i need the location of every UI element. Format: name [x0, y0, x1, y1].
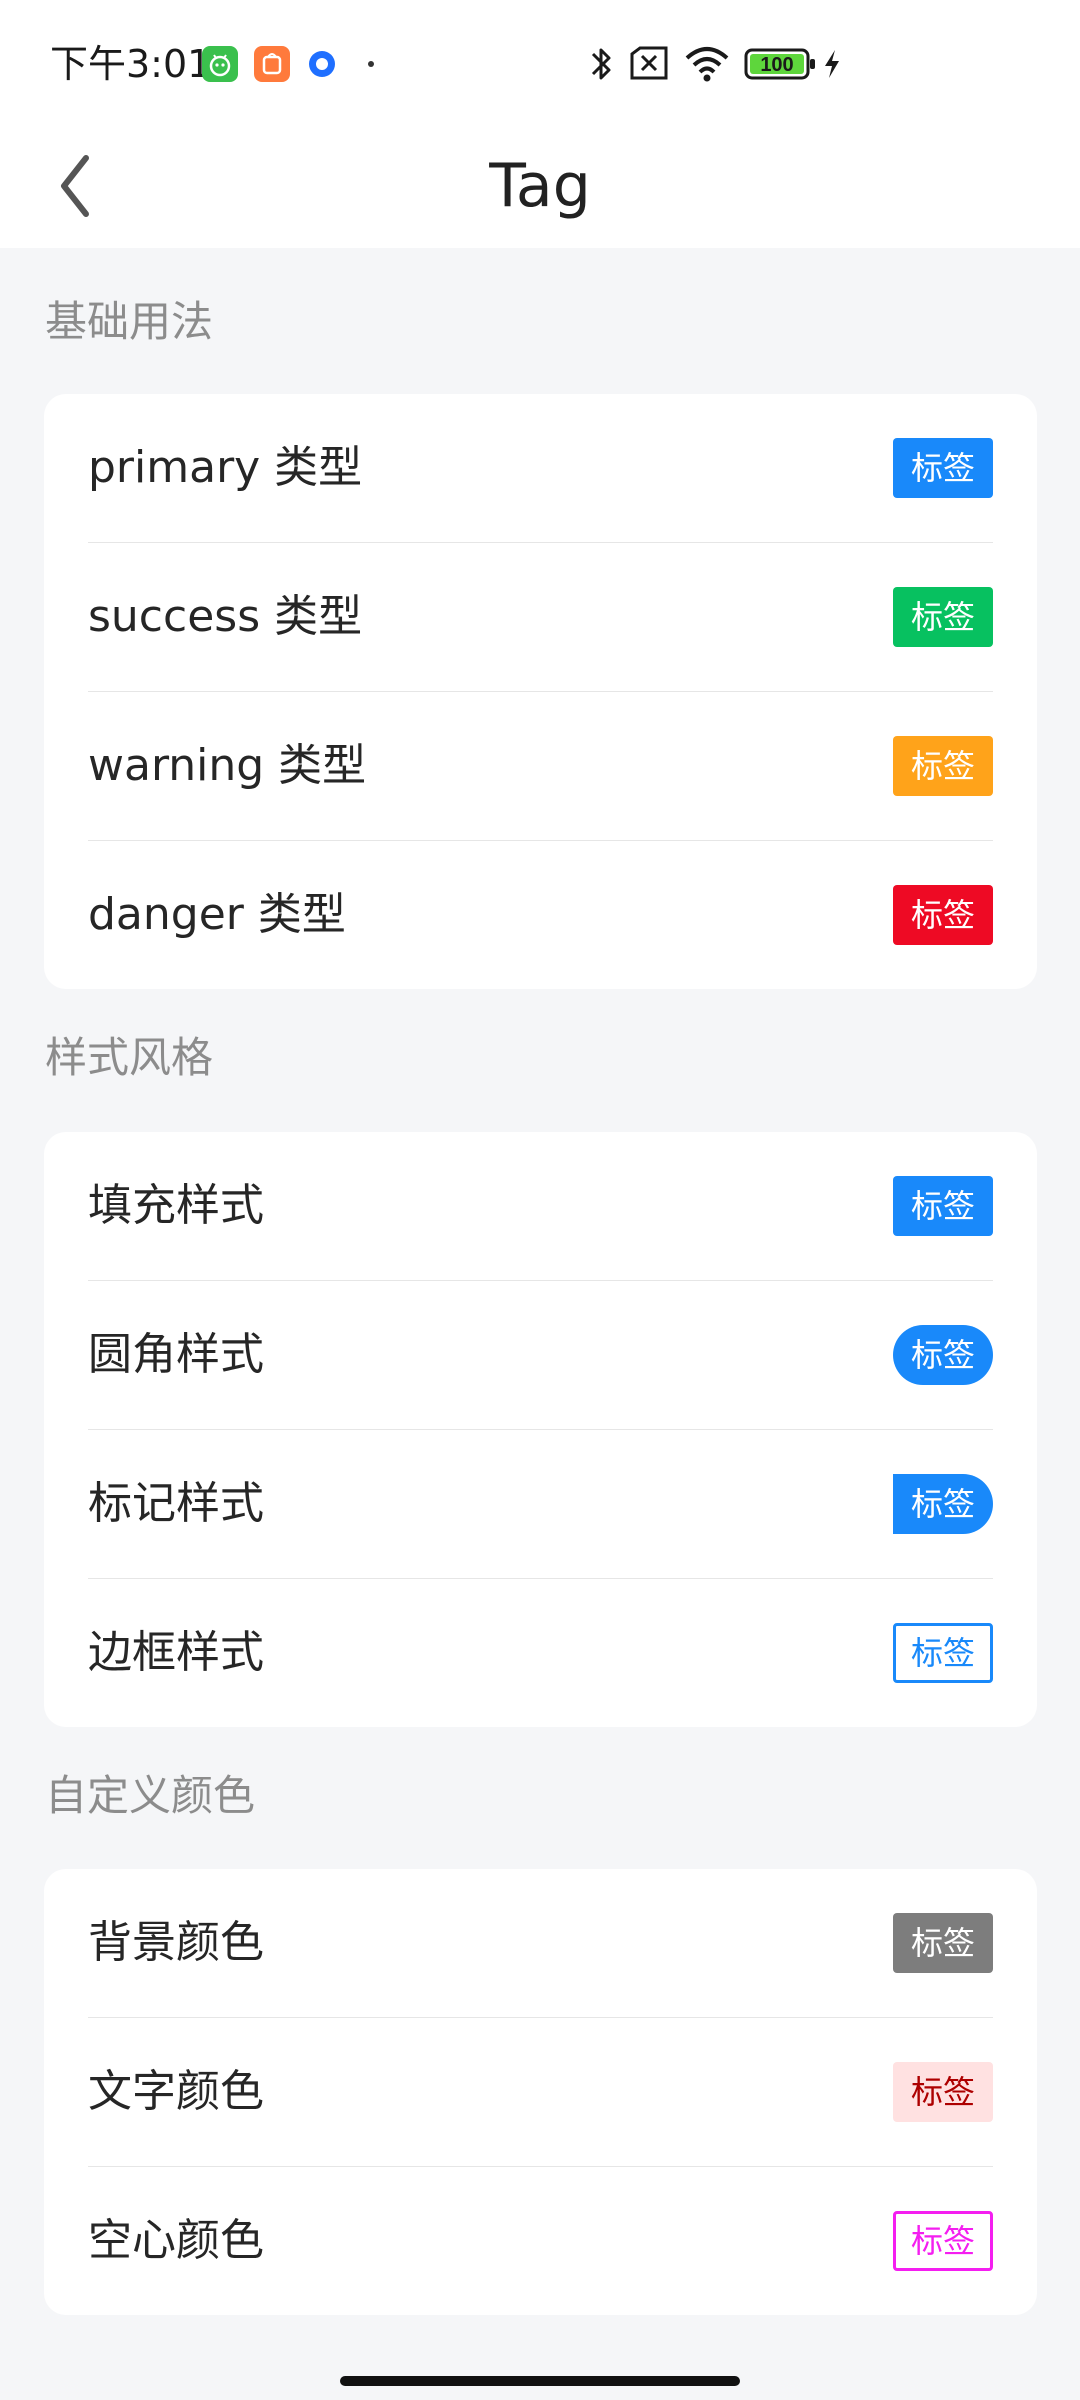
shopping-app-icon	[254, 46, 290, 82]
top-bar: 下午3:01 100 Tag	[0, 0, 1080, 248]
bluetooth-icon	[586, 44, 616, 88]
battery-icon: 100	[744, 46, 818, 86]
app-root: 下午3:01 100 Tag 基础用法 primary 类型 标签 succes…	[0, 0, 1080, 2400]
notification-dot	[368, 61, 374, 67]
row-label: 标记样式	[88, 1478, 264, 1529]
tag-success: 标签	[893, 587, 993, 647]
card-basic: primary 类型 标签 success 类型 标签 warning 类型 标…	[44, 394, 1037, 989]
list-item[interactable]: 背景颜色 标签	[88, 1869, 993, 2018]
tag-plain: 标签	[893, 1623, 993, 1683]
tag-primary: 标签	[893, 438, 993, 498]
row-label: 圆角样式	[88, 1329, 264, 1380]
row-label: 填充样式	[88, 1180, 264, 1231]
android-app-icon	[202, 46, 238, 82]
list-item[interactable]: 文字颜色 标签	[88, 2018, 993, 2167]
status-bar: 下午3:01 100	[0, 0, 1080, 124]
home-indicator[interactable]	[340, 2376, 740, 2386]
list-item[interactable]: 标记样式 标签	[88, 1430, 993, 1579]
list-item[interactable]: danger 类型 标签	[88, 841, 993, 989]
circle-app-icon	[304, 46, 340, 82]
list-item[interactable]: 边框样式 标签	[88, 1579, 993, 1727]
row-label: danger 类型	[88, 889, 346, 940]
card-style: 填充样式 标签 圆角样式 标签 标记样式 标签 边框样式 标签	[44, 1132, 1037, 1727]
tag-round: 标签	[893, 1325, 993, 1385]
row-label: primary 类型	[88, 442, 363, 493]
row-label: 文字颜色	[88, 2066, 264, 2117]
list-item[interactable]: 空心颜色 标签	[88, 2167, 993, 2315]
charging-bolt-icon	[822, 48, 842, 84]
tag-custom-text: 标签	[893, 2062, 993, 2122]
tag-warning: 标签	[893, 736, 993, 796]
status-time: 下午3:01	[50, 42, 212, 86]
tag-danger: 标签	[893, 885, 993, 945]
section-title-basic: 基础用法	[45, 297, 214, 346]
row-label: 空心颜色	[88, 2215, 264, 2266]
battery-level: 100	[760, 54, 793, 76]
row-label: 背景颜色	[88, 1917, 264, 1968]
list-item[interactable]: success 类型 标签	[88, 543, 993, 692]
row-label: 边框样式	[88, 1627, 264, 1678]
section-title-style: 样式风格	[45, 1033, 214, 1082]
list-item[interactable]: 填充样式 标签	[88, 1132, 993, 1281]
list-item[interactable]: 圆角样式 标签	[88, 1281, 993, 1430]
no-sim-icon	[628, 44, 670, 88]
page-title: Tag	[489, 151, 591, 221]
tag-fill: 标签	[893, 1176, 993, 1236]
card-custom: 背景颜色 标签 文字颜色 标签 空心颜色 标签	[44, 1869, 1037, 2315]
nav-bar: Tag	[0, 124, 1080, 248]
tag-mark: 标签	[893, 1474, 993, 1534]
row-label: warning 类型	[88, 740, 367, 791]
tag-custom-bg: 标签	[893, 1913, 993, 1973]
list-item[interactable]: primary 类型 标签	[88, 394, 993, 543]
row-label: success 类型	[88, 591, 363, 642]
wifi-icon	[684, 44, 730, 88]
list-item[interactable]: warning 类型 标签	[88, 692, 993, 841]
tag-custom-plain: 标签	[893, 2211, 993, 2271]
section-title-custom: 自定义颜色	[45, 1771, 256, 1820]
